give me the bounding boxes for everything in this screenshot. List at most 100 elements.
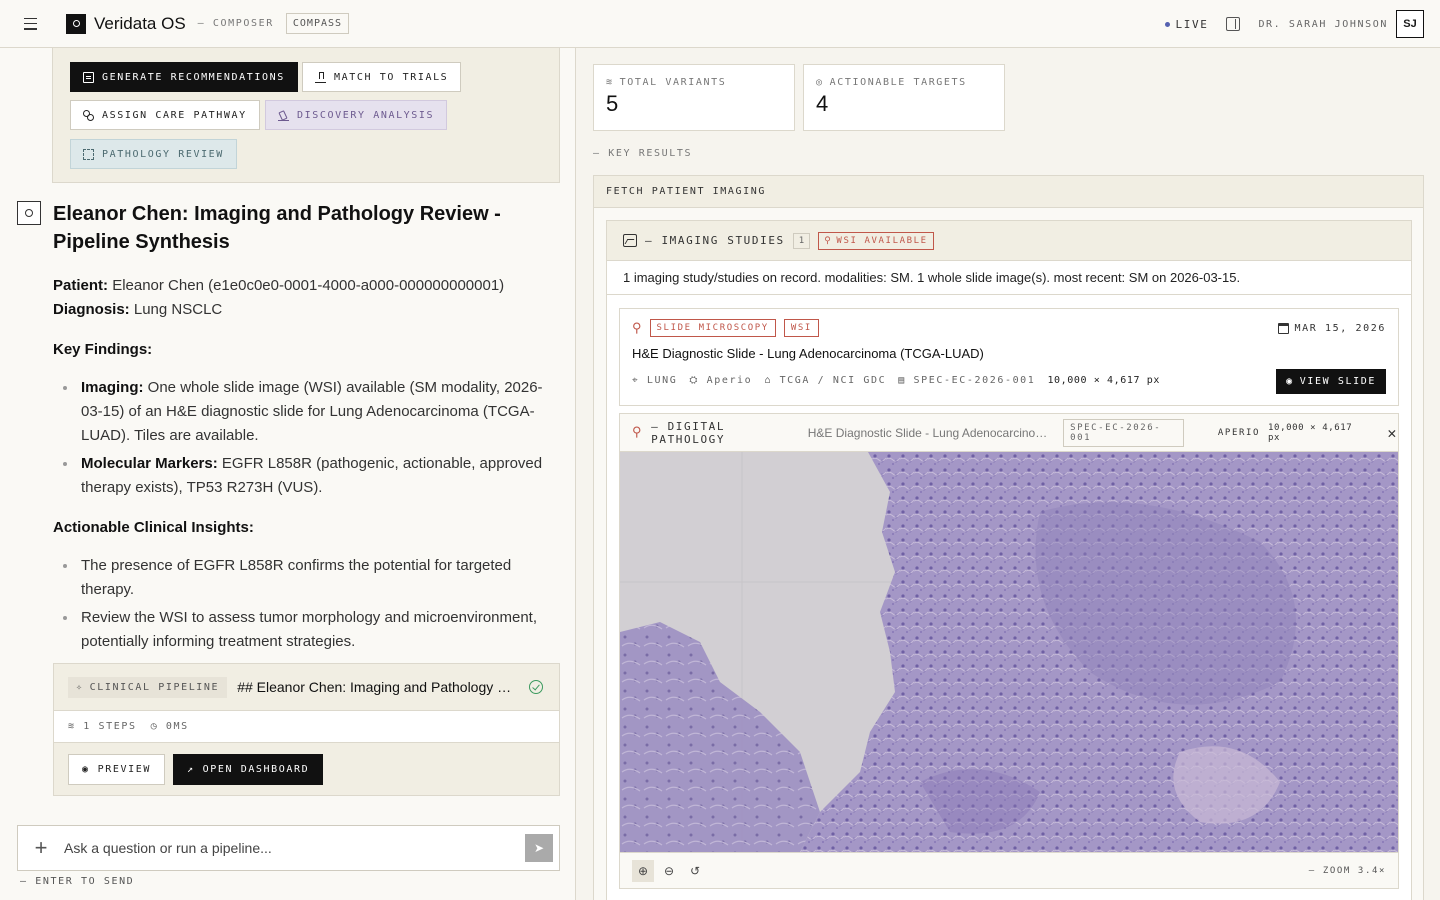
pathology-review-button[interactable]: PATHOLOGY REVIEW [70,139,237,169]
list-item: Molecular Markers: EGFR L858R (pathogeni… [53,452,563,500]
assistant-message: Eleanor Chen: Imaging and Pathology Revi… [53,200,563,658]
modality-tag: SLIDE MICROSCOPY [649,319,776,337]
site: ⌖ LUNG [632,375,677,386]
document-icon [83,71,94,83]
actionable-targets-value: 4 [816,91,829,116]
pipeline-header: ✧ CLINICAL PIPELINE ## Eleanor Chen: Ima… [54,664,559,711]
sparkle-icon: ✧ [76,681,84,693]
wsi-available-label: WSI AVAILABLE [836,235,928,246]
actionable-targets-header: ◎ ACTIONABLE TARGETS [816,77,992,88]
message-input[interactable] [64,840,525,856]
duration-label: 0MS [165,721,189,732]
match-to-trials-label: MATCH TO TRIALS [334,71,449,83]
send-icon: ➤ [533,841,545,855]
arrow-up-right-icon: ↗ [186,763,195,775]
imaging-summary: 1 imaging study/studies on record. modal… [607,261,1411,295]
close-icon[interactable]: ✕ [1387,424,1398,442]
preview-label: PREVIEW [97,763,151,775]
menu-icon[interactable] [24,16,44,32]
total-variants-card: ≋ TOTAL VARIANTS 5 [593,64,795,131]
duration: ◷ 0MS [151,721,189,732]
user-name[interactable]: DR. SARAH JOHNSON [1258,19,1388,30]
layers-icon: ≋ [68,721,76,732]
pipeline-tag-label: CLINICAL PIPELINE [89,681,220,693]
pipeline-card: ✧ CLINICAL PIPELINE ## Eleanor Chen: Ima… [53,663,560,796]
specimen-chip: SPEC-EC-2026-001 [1063,418,1184,447]
view-slide-button[interactable]: ◉ VIEW SLIDE [1276,369,1386,394]
reset-view-icon[interactable]: ↺ [684,860,706,882]
pipeline-meta: ≋ 1 STEPS ◷ 0MS [54,711,559,743]
scanner-icon: ⛭ [689,375,699,386]
study-title: H&E Diagnostic Slide - Lung Adenocarcino… [632,346,984,361]
slide-image[interactable] [620,452,1398,852]
scanner-label: APERIO [1217,427,1261,438]
imaging-studies-card: — IMAGING STUDIES 1 ⚲ WSI AVAILABLE 1 im… [606,220,1412,900]
microscope-icon [278,110,289,121]
specimen-label: SPEC-EC-2026-001 [913,375,1036,386]
flask-icon [315,71,326,83]
imaging-studies-header: — IMAGING STUDIES 1 ⚲ WSI AVAILABLE [607,221,1411,261]
eye-icon: ◉ [82,763,90,775]
discovery-analysis-button[interactable]: DISCOVERY ANALYSIS [265,100,448,130]
clock-icon: ◷ [150,721,159,732]
match-to-trials-button[interactable]: MATCH TO TRIALS [302,62,462,92]
patient-line: Patient: Eleanor Chen (e1e0c0e0-0001-400… [53,274,563,298]
patient-value: Eleanor Chen (e1e0c0e0-0001-4000-a000-00… [112,277,505,294]
generate-recommendations-button[interactable]: GENERATE RECOMMENDATIONS [70,62,298,92]
building-icon: ⌂ [764,375,772,386]
patient-label: Patient: [53,277,109,294]
live-status: LIVE [1175,17,1209,31]
pathology-header: ⚲ — DIGITAL PATHOLOGY H&E Diagnostic Sli… [620,414,1398,452]
toggle-panel-icon[interactable] [1226,17,1241,31]
target-icon: ◎ [816,77,824,88]
steps-label: 1 STEPS [83,721,137,732]
study-date-label: MAR 15, 2026 [1294,323,1386,334]
top-bar: Veridata OS — COMPOSER COMPASS LIVE DR. … [0,0,1440,48]
zoom-out-icon[interactable]: ⊖ [658,860,680,882]
imaging-study-row[interactable]: ⚲ SLIDE MICROSCOPY WSI MAR 15, 2026 H&E … [619,308,1399,406]
nav-compass[interactable]: COMPASS [285,13,350,34]
avatar[interactable]: SJ [1396,10,1424,38]
message-composer: + ➤ [17,825,560,871]
diagnosis-label: Diagnosis: [53,301,130,318]
list-item: Review the WSI to assess tumor morpholog… [53,606,563,654]
microscope-icon: ⚲ [632,425,644,440]
assign-care-pathway-button[interactable]: ASSIGN CARE PATHWAY [70,100,260,130]
app-title: Veridata OS [94,13,186,33]
list-item: The presence of EGFR L858R confirms the … [53,554,563,602]
layers-icon: ≋ [606,77,614,88]
file-icon: ▤ [898,375,906,386]
key-results-heading: — KEY RESULTS [593,148,693,159]
view-slide-label: VIEW SLIDE [1299,376,1376,387]
total-variants-label: TOTAL VARIANTS [619,77,727,88]
live-indicator-icon [1164,21,1170,27]
scanner-label: Aperio [706,375,753,386]
open-dashboard-button[interactable]: ↗ OPEN DASHBOARD [172,753,324,785]
pipeline-tag: ✧ CLINICAL PIPELINE [68,676,228,698]
list-item: Imaging: One whole slide image (WSI) ava… [53,376,563,448]
total-variants-value: 5 [606,91,619,116]
zoom-in-icon[interactable]: ⊕ [632,859,654,882]
diagnosis-line: Diagnosis: Lung NSCLC [53,298,563,322]
actionable-targets-label: ACTIONABLE TARGETS [829,77,967,88]
finding-label: Imaging: [81,379,144,396]
microscope-icon: ⚲ [824,235,833,246]
scanner: ⛭ Aperio [689,375,752,386]
study-tags: ⚲ SLIDE MICROSCOPY WSI [632,319,819,337]
imaging-studies-label: — IMAGING STUDIES [645,234,785,247]
send-button[interactable]: ➤ [525,834,553,862]
finding-label: Molecular Markers: [81,455,218,472]
add-attachment-icon[interactable]: + [18,835,64,861]
check-circle-icon [529,680,544,694]
key-findings-heading: Key Findings: [53,341,153,358]
site-label: LUNG [646,375,678,386]
zoom-toolbar: ⊕ ⊖ ↺ — ZOOM 3.4× [620,852,1398,888]
open-dashboard-label: OPEN DASHBOARD [202,763,310,775]
actionable-targets-card: ◎ ACTIONABLE TARGETS 4 [803,64,1005,131]
nav-composer[interactable]: — COMPOSER [198,18,274,29]
preview-button[interactable]: ◉ PREVIEW [68,753,165,785]
insights-heading: Actionable Clinical Insights: [53,519,254,536]
microscope-icon: ⚲ [632,320,642,335]
specimen: ▤ SPEC-EC-2026-001 [898,375,1035,386]
pipeline-title: ## Eleanor Chen: Imaging and Pathology R… [237,679,519,695]
